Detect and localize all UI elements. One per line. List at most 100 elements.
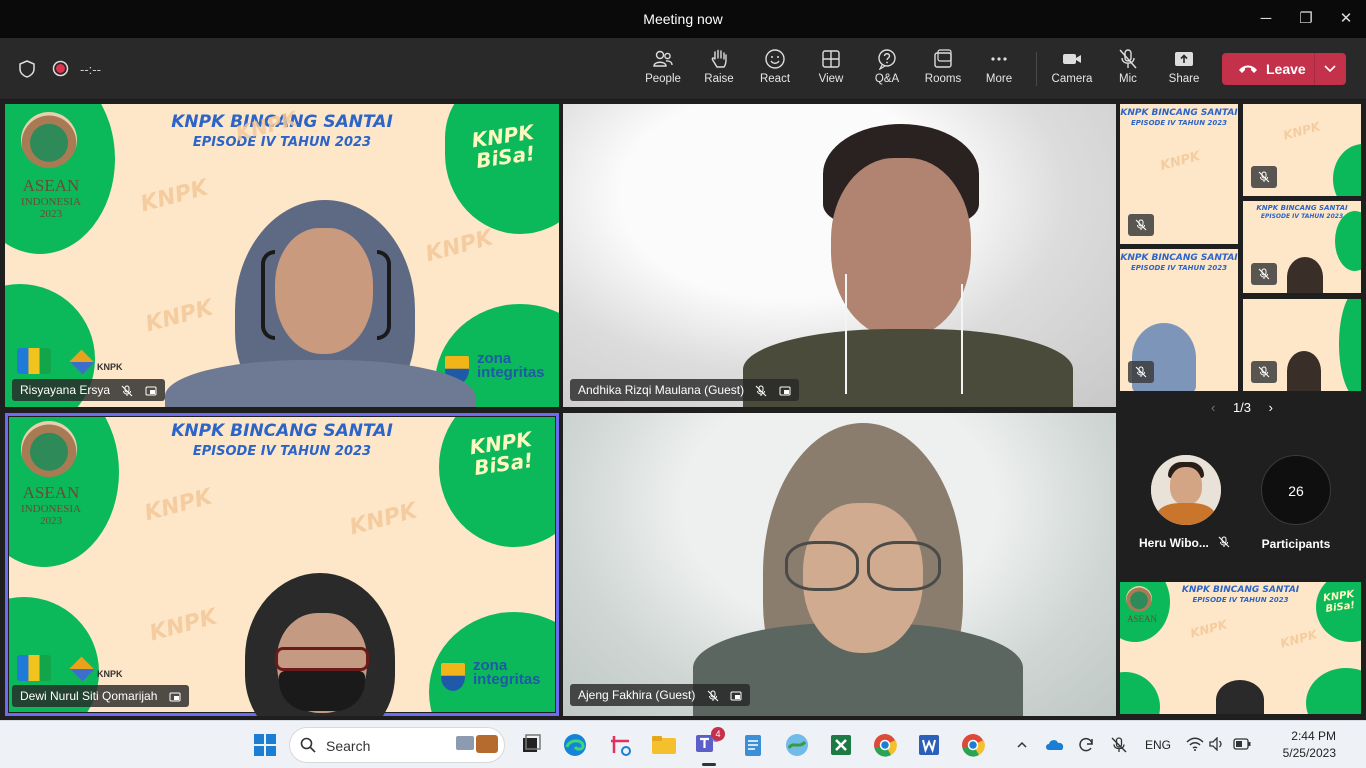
mini-video-tile[interactable]: KNPK xyxy=(1243,104,1361,196)
shield-icon[interactable] xyxy=(18,60,36,78)
asean-text: ASEAN INDONESIA 2023 xyxy=(21,176,81,220)
wifi-icon[interactable] xyxy=(1186,737,1204,751)
close-button[interactable]: ✕ xyxy=(1334,8,1358,30)
participants-count[interactable]: 26 xyxy=(1261,455,1331,525)
toolbar-divider xyxy=(1036,52,1037,86)
task-view-icon[interactable] xyxy=(517,731,545,759)
mini-video-tile[interactable]: KNPK BINCANG SANTAI EPISODE IV TAHUN 202… xyxy=(1243,201,1361,293)
react-button[interactable]: React xyxy=(747,48,803,85)
mini-video-tile[interactable]: KNPK BINCANG SANTAI EPISODE IV TAHUN 202… xyxy=(1120,104,1238,244)
pin-icon xyxy=(169,692,181,702)
mini-video-tile[interactable]: KNPK BINCANG SANTAI EPISODE IV TAHUN 202… xyxy=(1120,249,1238,391)
participant-name: Risyayana Ersya xyxy=(20,383,111,397)
share-label: Share xyxy=(1168,73,1200,85)
more-button[interactable]: More xyxy=(971,48,1027,85)
window-title: Meeting now xyxy=(643,11,723,27)
avatar[interactable] xyxy=(1151,455,1221,525)
qa-button[interactable]: Q&A xyxy=(859,48,915,85)
teams-taskbar-button[interactable]: 4 xyxy=(694,727,726,766)
chrome-icon[interactable] xyxy=(871,731,899,759)
mic-label: Mic xyxy=(1119,73,1137,85)
slide-subtitle: EPISODE IV TAHUN 2023 xyxy=(1131,264,1227,272)
knpk-watermark: KNPK xyxy=(1278,627,1319,651)
sync-icon[interactable] xyxy=(1077,736,1095,754)
knpk-watermark: KNPK xyxy=(1281,119,1322,143)
knpk-watermark: KNPK xyxy=(1188,617,1229,641)
clock-time[interactable]: 2:44 PM xyxy=(1270,729,1336,743)
mute-badge xyxy=(1128,361,1154,383)
video-tile-ajeng[interactable]: Ajeng Fakhira (Guest) xyxy=(563,413,1116,716)
minimize-button[interactable]: ─ xyxy=(1254,8,1278,30)
chevron-down-icon[interactable] xyxy=(1322,60,1338,76)
slide-subtitle: EPISODE IV TAHUN 2023 xyxy=(1131,119,1227,127)
clock-date[interactable]: 5/25/2023 xyxy=(1264,746,1336,760)
volume-icon[interactable] xyxy=(1209,737,1225,751)
mic-off-icon xyxy=(1135,366,1147,378)
participants-label: Participants xyxy=(1261,537,1331,551)
slide-blob xyxy=(1120,672,1160,714)
mini-video-tile[interactable]: KNPK BINCANG SANTAI EPISODE IV TAHUN 202… xyxy=(1120,582,1361,714)
notepad-icon[interactable] xyxy=(739,731,767,759)
leave-button[interactable]: Leave xyxy=(1222,53,1346,85)
page-indicator: 1/3 xyxy=(1232,400,1252,415)
view-button[interactable]: View xyxy=(803,48,859,85)
slide-title: KNPK BINCANG SANTAI xyxy=(1120,108,1238,118)
mic-button[interactable]: Mic xyxy=(1100,48,1156,85)
maximize-button[interactable]: ❐ xyxy=(1294,8,1318,30)
raise-hand-button[interactable]: Raise xyxy=(691,48,747,85)
rooms-button[interactable]: Rooms xyxy=(915,48,971,85)
taskbar-search[interactable]: Search xyxy=(289,727,505,763)
leave-divider xyxy=(1314,53,1315,85)
search-label: Search xyxy=(326,738,371,754)
camera-button[interactable]: Camera xyxy=(1044,48,1100,85)
smile-icon xyxy=(765,49,785,69)
chrome-icon[interactable] xyxy=(959,731,987,759)
mute-badge xyxy=(1128,214,1154,236)
rooms-icon xyxy=(934,49,952,68)
video-tile-risyayana[interactable]: KNPK BINCANG SANTAI EPISODE IV TAHUN 202… xyxy=(5,104,559,407)
language-indicator[interactable]: ENG xyxy=(1145,738,1171,752)
featured-name: Heru Wibo... xyxy=(1139,536,1209,550)
knpk-watermark: KNPK xyxy=(141,484,215,527)
slide-title: KNPK BINCANG SANTAI xyxy=(1256,204,1348,212)
meeting-timer: --:-- xyxy=(80,62,101,77)
mic-off-icon xyxy=(1258,366,1270,378)
battery-icon[interactable] xyxy=(1233,738,1251,750)
excel-icon[interactable] xyxy=(827,731,855,759)
file-explorer-icon[interactable] xyxy=(650,731,678,759)
edge-icon[interactable] xyxy=(561,731,589,759)
more-label: More xyxy=(985,73,1013,85)
windows-start-icon[interactable] xyxy=(251,731,279,759)
active-app-indicator xyxy=(702,763,716,766)
slide-blob xyxy=(1339,299,1361,391)
participant-video xyxy=(1216,680,1264,714)
search-icon xyxy=(300,737,316,753)
more-icon xyxy=(991,57,1007,61)
hand-icon xyxy=(711,49,727,68)
people-button[interactable]: People xyxy=(635,48,691,85)
asean-logo xyxy=(21,421,77,477)
mic-off-icon xyxy=(1119,49,1137,69)
featured-participant: Heru Wibo... xyxy=(1130,536,1250,550)
share-button[interactable]: Share xyxy=(1156,48,1212,85)
onedrive-icon[interactable] xyxy=(1045,737,1065,751)
mute-badge xyxy=(1251,166,1277,188)
mini-video-tile[interactable] xyxy=(1243,299,1361,391)
slide-blob xyxy=(1333,144,1361,196)
video-tile-andhika[interactable]: Andhika Rizqi Maulana (Guest) xyxy=(563,104,1116,407)
chevron-up-icon[interactable] xyxy=(1016,739,1028,751)
knpk-watermark: KNPK xyxy=(422,225,496,268)
snipping-tool-icon[interactable] xyxy=(607,731,635,759)
participant-nametag: Dewi Nurul Siti Qomarijah xyxy=(12,685,189,707)
people-label: People xyxy=(645,73,681,85)
mic-muted-tray-icon[interactable] xyxy=(1110,736,1128,754)
meeting-toolbar: --:-- People Raise React View Q&A Rooms … xyxy=(0,38,1366,100)
maps-icon[interactable] xyxy=(783,731,811,759)
next-page-button[interactable]: › xyxy=(1269,400,1273,415)
video-stage: KNPK BINCANG SANTAI EPISODE IV TAHUN 202… xyxy=(0,100,1366,720)
word-icon[interactable] xyxy=(915,731,943,759)
windows-taskbar: Search 4 ENG 2:44 PM 5/25/2023 xyxy=(0,720,1366,768)
prev-page-button[interactable]: ‹ xyxy=(1211,400,1215,415)
video-tile-dewi[interactable]: KNPK BINCANG SANTAI EPISODE IV TAHUN 202… xyxy=(5,413,559,716)
mic-off-icon xyxy=(1135,219,1147,231)
